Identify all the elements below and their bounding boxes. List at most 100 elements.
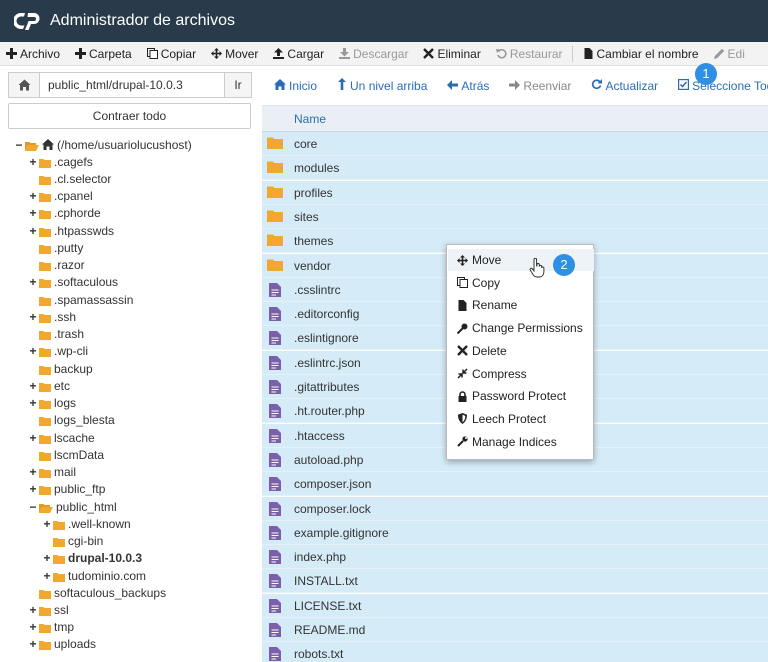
- tree-item-label: .well-known: [68, 516, 131, 531]
- context-menu-item-compress[interactable]: Compress: [448, 363, 594, 385]
- home-button[interactable]: [8, 72, 40, 98]
- toolbar-button-archivo[interactable]: Archivo: [6, 47, 60, 61]
- context-menu-item-change-permissions[interactable]: Change Permissions: [448, 317, 594, 339]
- tree-item[interactable]: lscmData: [28, 446, 104, 463]
- tree-item[interactable]: + drupal-10.0.3: [42, 550, 142, 567]
- tree-toggle[interactable]: +: [28, 224, 38, 238]
- tree-item[interactable]: softaculous_backups: [28, 584, 166, 601]
- tree-toggle[interactable]: +: [28, 275, 38, 289]
- tree-item[interactable]: + .cagefs: [28, 153, 92, 170]
- nav-button-atr-s[interactable]: Atrás: [447, 79, 489, 93]
- file-row[interactable]: core: [262, 132, 768, 156]
- folder-icon: [267, 234, 283, 248]
- tree-item[interactable]: + .htpasswds: [28, 222, 114, 239]
- tree-item[interactable]: .putty: [28, 239, 83, 256]
- tree-toggle[interactable]: +: [28, 189, 38, 203]
- context-menu-item-leech-protect[interactable]: Leech Protect: [448, 408, 594, 430]
- collapse-all-button[interactable]: Contraer todo: [8, 103, 251, 129]
- tree-item[interactable]: + .ssh: [28, 308, 76, 325]
- tree-item[interactable]: − (/home/usuariolucushost): [14, 136, 191, 153]
- tree-item[interactable]: .spamassassin: [28, 291, 133, 308]
- context-menu-item-copy[interactable]: Copy: [448, 272, 594, 294]
- nav-button-seleccione-todo[interactable]: Seleccione Todo: [678, 79, 768, 93]
- folder-icon: [267, 137, 283, 151]
- tree-toggle[interactable]: +: [28, 379, 38, 393]
- tree-item[interactable]: + lscache: [28, 429, 94, 446]
- file-row[interactable]: robots.txt: [262, 642, 768, 662]
- file-row[interactable]: composer.lock: [262, 496, 768, 521]
- tree-item[interactable]: .razor: [28, 257, 85, 274]
- toolbar-button-mover[interactable]: Mover: [211, 47, 258, 61]
- tree-item[interactable]: + etc: [28, 377, 70, 394]
- tree-item[interactable]: + tmp: [28, 619, 74, 636]
- nav-button-actualizar[interactable]: Actualizar: [591, 78, 658, 93]
- tree-item[interactable]: + .cphorde: [28, 205, 100, 222]
- context-menu-item-manage-indices[interactable]: Manage Indices: [448, 431, 594, 453]
- file-row[interactable]: example.gitignore: [262, 520, 768, 545]
- context-menu-item-delete[interactable]: Delete: [448, 340, 594, 362]
- toolbar-button-label: Descargar: [353, 46, 409, 61]
- tree-toggle[interactable]: +: [28, 310, 38, 324]
- tree-toggle[interactable]: +: [42, 569, 52, 583]
- tree-item[interactable]: .trash: [28, 326, 84, 343]
- tree-item[interactable]: + .cpanel: [28, 188, 92, 205]
- nav-button-inicio[interactable]: Inicio: [274, 78, 317, 93]
- toolbar-button-edi[interactable]: Edi: [713, 47, 745, 61]
- tree-toggle[interactable]: +: [28, 344, 38, 358]
- tree-item[interactable]: + mail: [28, 464, 76, 481]
- file-name: .htaccess: [294, 428, 345, 443]
- tree-toggle[interactable]: +: [28, 465, 38, 479]
- toolbar-button-eliminar[interactable]: Eliminar: [423, 47, 481, 61]
- file-name: modules: [294, 161, 340, 176]
- tree-toggle[interactable]: +: [28, 396, 38, 410]
- tree-item[interactable]: + tudominio.com: [42, 567, 146, 584]
- tree-toggle[interactable]: −: [28, 500, 38, 514]
- tree-item[interactable]: .cl.selector: [28, 170, 111, 187]
- path-input[interactable]: [40, 72, 224, 98]
- toolbar-button-cargar[interactable]: Cargar: [273, 47, 324, 61]
- file-row[interactable]: LICENSE.txt: [262, 593, 768, 618]
- tree-toggle[interactable]: +: [42, 551, 52, 565]
- toolbar-button-carpeta[interactable]: Carpeta: [75, 47, 132, 61]
- tree-toggle[interactable]: −: [14, 138, 24, 152]
- tree-item[interactable]: backup: [28, 360, 93, 377]
- tree-item[interactable]: + uploads: [28, 636, 96, 653]
- toolbar-button-cambiar-el-nombre[interactable]: Cambiar el nombre: [583, 47, 699, 61]
- tree-item[interactable]: + logs: [28, 395, 76, 412]
- context-menu-item-password-protect[interactable]: Password Protect: [448, 385, 594, 407]
- go-button[interactable]: Ir: [224, 72, 252, 98]
- tree-item[interactable]: + ssl: [28, 601, 68, 618]
- file-row[interactable]: index.php: [262, 545, 768, 570]
- tree-toggle[interactable]: +: [28, 431, 38, 445]
- tree-item[interactable]: + .softaculous: [28, 274, 118, 291]
- tree-toggle[interactable]: +: [28, 206, 38, 220]
- tree-item[interactable]: − public_html: [28, 498, 116, 515]
- tree-toggle[interactable]: +: [28, 603, 38, 617]
- tree-item[interactable]: cgi-bin: [42, 533, 103, 550]
- file-row[interactable]: README.md: [262, 618, 768, 642]
- tree-item[interactable]: + .well-known: [42, 515, 131, 532]
- toolbar-button-restaurar[interactable]: Restaurar: [495, 47, 563, 61]
- tree-item[interactable]: logs_blesta: [28, 412, 115, 429]
- file-row[interactable]: profiles: [262, 180, 768, 205]
- tree-item-label: softaculous_backups: [54, 585, 167, 600]
- tree-toggle[interactable]: +: [28, 620, 38, 634]
- file-row[interactable]: INSTALL.txt: [262, 569, 768, 594]
- tree-toggle[interactable]: +: [28, 155, 38, 169]
- nav-button-reenviar[interactable]: Reenviar: [509, 79, 571, 93]
- file-row[interactable]: modules: [262, 156, 768, 181]
- file-row[interactable]: composer.json: [262, 472, 768, 497]
- toolbar-button-copiar[interactable]: Copiar: [146, 47, 196, 61]
- tree-toggle[interactable]: +: [28, 637, 38, 651]
- nav-button-un-nivel-arriba[interactable]: Un nivel arriba: [337, 78, 427, 93]
- name-column-header[interactable]: Name: [294, 112, 326, 126]
- file-row[interactable]: sites: [262, 204, 768, 229]
- tree-toggle[interactable]: +: [28, 482, 38, 496]
- toolbar-button-descargar[interactable]: Descargar: [339, 47, 408, 61]
- folder-icon: [39, 157, 51, 168]
- context-menu-item-rename[interactable]: Rename: [448, 294, 594, 316]
- tree-item[interactable]: + public_ftp: [28, 481, 105, 498]
- tree-item-label: tmp: [54, 620, 75, 635]
- tree-item[interactable]: + .wp-cli: [28, 343, 88, 360]
- tree-toggle[interactable]: +: [42, 517, 52, 531]
